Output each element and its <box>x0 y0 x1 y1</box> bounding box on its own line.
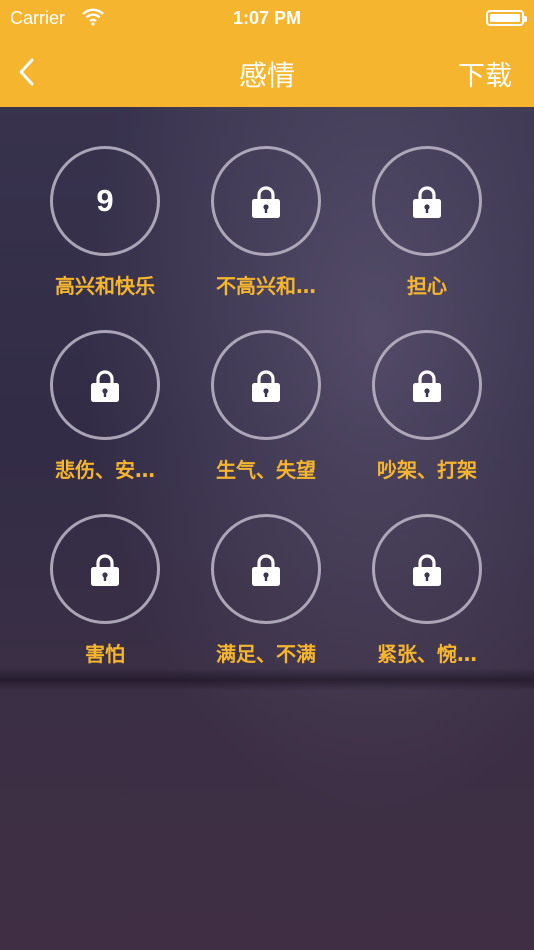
category-circle[interactable] <box>50 330 160 440</box>
category-circle[interactable]: 9 <box>50 146 160 256</box>
category-label: 紧张、惋… <box>377 642 477 666</box>
lock-icon <box>252 370 280 402</box>
category-label: 高兴和快乐 <box>55 274 155 298</box>
category-item[interactable]: 吵架、打架 <box>347 330 507 510</box>
category-label: 吵架、打架 <box>377 458 477 482</box>
status-time: 1:07 PM <box>232 8 302 28</box>
category-label: 悲伤、安… <box>55 458 155 482</box>
lock-icon <box>252 554 280 586</box>
lock-icon <box>91 554 119 586</box>
category-circle[interactable] <box>372 146 482 256</box>
category-circle[interactable] <box>50 514 160 624</box>
category-label: 害怕 <box>85 642 125 666</box>
page-title: 感情 <box>238 59 295 92</box>
lock-icon <box>413 370 441 402</box>
battery-icon <box>486 10 527 26</box>
category-circle[interactable] <box>372 514 482 624</box>
category-item[interactable]: 悲伤、安… <box>25 330 185 510</box>
category-label: 不高兴和… <box>216 274 316 298</box>
category-circle[interactable] <box>211 514 321 624</box>
lock-icon <box>413 186 441 218</box>
category-label: 满足、不满 <box>216 642 316 666</box>
category-circle[interactable] <box>211 330 321 440</box>
category-item[interactable]: 不高兴和… <box>186 146 346 326</box>
nav-bar: 感情 下载 <box>0 40 534 107</box>
lock-icon <box>252 186 280 218</box>
lock-icon <box>91 370 119 402</box>
category-circle[interactable] <box>372 330 482 440</box>
category-item[interactable]: 紧张、惋… <box>347 514 507 694</box>
category-label: 生气、失望 <box>216 458 316 482</box>
category-label: 担心 <box>407 274 447 298</box>
category-item[interactable]: 满足、不满 <box>186 514 346 694</box>
category-item[interactable]: 生气、失望 <box>186 330 346 510</box>
category-item[interactable]: 害怕 <box>25 514 185 694</box>
category-item[interactable]: 担心 <box>347 146 507 326</box>
category-circle[interactable] <box>211 146 321 256</box>
unlocked-count: 9 <box>96 183 114 218</box>
status-bar: Carrier 1:07 PM <box>0 0 534 40</box>
category-item[interactable]: 9 高兴和快乐 <box>25 146 185 326</box>
lock-icon <box>413 554 441 586</box>
download-button[interactable]: 下载 <box>458 54 512 93</box>
